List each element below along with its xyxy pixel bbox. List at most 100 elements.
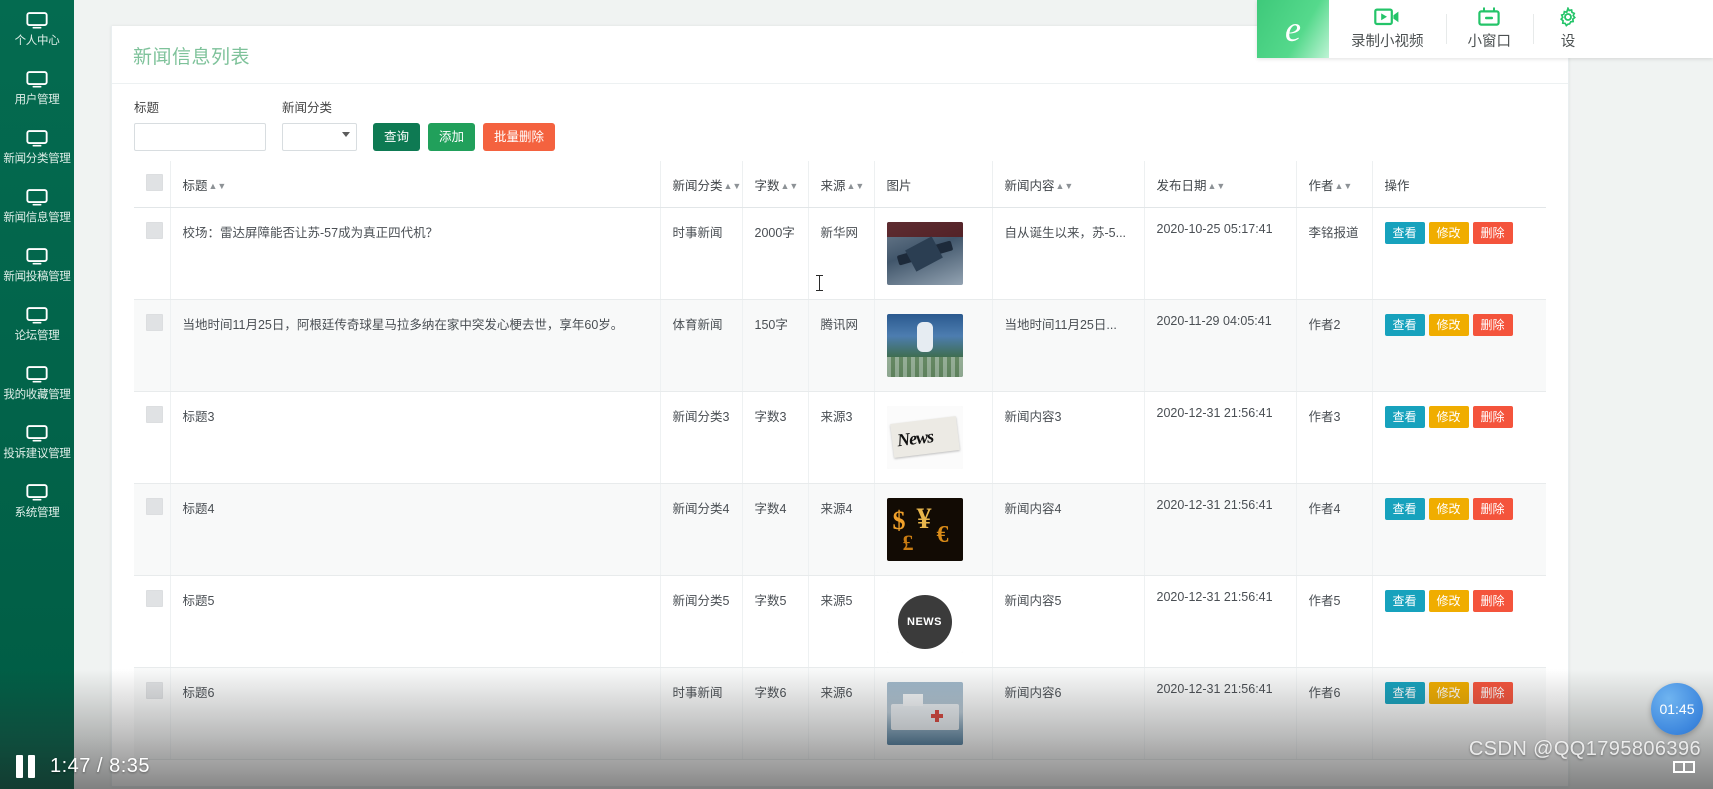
view-button[interactable]: 查看 (1384, 498, 1425, 520)
sidebar-item-6[interactable]: 论坛管理 (0, 295, 74, 354)
currency-symbols-thumbnail[interactable]: $ ¥ € £ (886, 498, 963, 561)
fullscreen-icon[interactable] (1673, 761, 1695, 779)
cell-source: 新华网 (808, 207, 875, 300)
cell-date: 2020-12-31 21:56:41 (1144, 575, 1297, 668)
column-header-4[interactable]: 来源▲▼ (808, 161, 875, 208)
cell-category: 新闻分类5 (660, 575, 743, 668)
column-header-label: 操作 (1384, 178, 1410, 193)
news-globe-thumbnail[interactable]: NEWS (886, 590, 963, 653)
view-button[interactable]: 查看 (1384, 222, 1425, 244)
row-checkbox[interactable] (146, 406, 163, 423)
cell-category: 时事新闻 (660, 207, 743, 300)
column-header-8[interactable]: 作者▲▼ (1296, 161, 1373, 208)
view-button[interactable]: 查看 (1384, 406, 1425, 428)
sort-icon[interactable]: ▲▼ (724, 181, 742, 191)
cell-category: 新闻分类3 (660, 391, 743, 484)
row-checkbox[interactable] (146, 590, 163, 607)
sidebar-item-7[interactable]: 我的收藏管理 (0, 354, 74, 413)
cell-operations: 查看 修改 删除 (1372, 207, 1546, 300)
recorder-item-label: 设 (1560, 34, 1576, 50)
recorder-item-1[interactable]: 录制小视频 (1329, 0, 1446, 58)
edit-button[interactable]: 修改 (1428, 222, 1469, 244)
sidebar-item-9[interactable]: 系统管理 (0, 472, 74, 531)
fighter-jet-thumbnail[interactable] (886, 222, 963, 285)
delete-button[interactable]: 删除 (1472, 498, 1513, 520)
cell-content: 自从诞生以来，苏-5... (992, 207, 1145, 300)
sidebar-item-3[interactable]: 新闻分类管理 (0, 118, 74, 177)
cell-image: NEWS (874, 575, 993, 668)
sidebar-item-label: 新闻分类管理 (3, 152, 71, 165)
newspaper-thumbnail[interactable]: News (886, 406, 963, 469)
cell-operations: 查看 修改 删除 (1372, 575, 1546, 668)
delete-button[interactable]: 删除 (1472, 222, 1513, 244)
column-header-5: 图片 (874, 161, 993, 208)
recorder-item-3[interactable]: 设 (1533, 0, 1603, 58)
recorder-logo: e (1257, 0, 1329, 58)
edit-button[interactable]: 修改 (1428, 682, 1469, 704)
query-button[interactable]: 查询 (373, 123, 421, 151)
cell-date: 2020-11-29 04:05:41 (1144, 299, 1297, 392)
cell-content: 新闻内容4 (992, 483, 1145, 576)
edit-button[interactable]: 修改 (1428, 590, 1469, 612)
column-header-1[interactable]: 标题▲▼ (170, 161, 661, 208)
delete-button[interactable]: 删除 (1472, 406, 1513, 428)
cell-content: 当地时间11月25日... (992, 299, 1145, 392)
sort-icon[interactable]: ▲▼ (209, 181, 227, 191)
sort-icon[interactable]: ▲▼ (1335, 181, 1353, 191)
watermark-text: CSDN @QQ1795806396 (1468, 738, 1701, 760)
search-title-input[interactable] (134, 123, 266, 151)
hospital-ship-thumbnail[interactable] (886, 682, 963, 745)
column-header-2[interactable]: 新闻分类▲▼ (660, 161, 743, 208)
cell-words: 字数4 (742, 483, 809, 576)
sort-icon[interactable]: ▲▼ (1208, 181, 1226, 191)
sidebar-item-2[interactable]: 用户管理 (0, 59, 74, 118)
table-row: 当地时间11月25日，阿根廷传奇球星马拉多纳在家中突发心梗去世，享年60岁。 体育… (134, 299, 1546, 392)
column-header-label: 新闻分类 (672, 178, 723, 193)
row-checkbox[interactable] (146, 498, 163, 515)
row-checkbox[interactable] (146, 682, 163, 699)
cell-words: 字数5 (742, 575, 809, 668)
row-checkbox[interactable] (146, 314, 163, 331)
category-select[interactable] (282, 123, 357, 151)
recorder-toolbar: e 录制小视频 小窗口 设 (1257, 0, 1713, 58)
sidebar-item-5[interactable]: 新闻投稿管理 (0, 236, 74, 295)
edit-button[interactable]: 修改 (1428, 498, 1469, 520)
delete-button[interactable]: 删除 (1472, 590, 1513, 612)
select-all-checkbox[interactable] (146, 174, 163, 191)
cell-author: 作者3 (1296, 391, 1373, 484)
cell-image (874, 299, 993, 392)
sort-icon[interactable]: ▲▼ (847, 181, 865, 191)
category-field-label: 新闻分类 (282, 101, 333, 115)
cell-author: 李铭报道 (1296, 207, 1373, 300)
row-select-cell (134, 575, 171, 668)
sort-icon[interactable]: ▲▼ (1056, 181, 1074, 191)
bulk-delete-button[interactable]: 批量删除 (483, 123, 556, 151)
sort-icon[interactable]: ▲▼ (781, 181, 799, 191)
sidebar-item-8[interactable]: 投诉建议管理 (0, 413, 74, 472)
edit-button[interactable]: 修改 (1428, 406, 1469, 428)
table-row: 校场：雷达屏障能否让苏-57成为真正四代机？ 时事新闻 2000字 新华网 自从诞生以来… (134, 207, 1546, 300)
column-header-7[interactable]: 发布日期▲▼ (1144, 161, 1297, 208)
sidebar-item-label: 投诉建议管理 (3, 447, 71, 460)
row-select-cell (134, 483, 171, 576)
edit-button[interactable]: 修改 (1428, 314, 1469, 336)
add-button[interactable]: 添加 (428, 123, 476, 151)
column-header-3[interactable]: 字数▲▼ (742, 161, 809, 208)
view-button[interactable]: 查看 (1384, 314, 1425, 336)
video-player-controls: 1:47 / 8:35 (0, 743, 1713, 789)
stadium-crowd-thumbnail[interactable] (886, 314, 963, 377)
row-checkbox[interactable] (146, 222, 163, 239)
sidebar-item-4[interactable]: 新闻信息管理 (0, 177, 74, 236)
view-button[interactable]: 查看 (1384, 682, 1425, 704)
column-header-6[interactable]: 新闻内容▲▼ (992, 161, 1145, 208)
cell-content: 新闻内容5 (992, 575, 1145, 668)
recorder-item-2[interactable]: 小窗口 (1445, 0, 1534, 58)
view-button[interactable]: 查看 (1384, 590, 1425, 612)
sidebar-item-1[interactable]: 个人中心 (0, 0, 74, 59)
pause-icon[interactable] (16, 754, 35, 778)
cell-image (874, 207, 993, 300)
category-select-box[interactable] (282, 123, 357, 151)
delete-button[interactable]: 删除 (1472, 314, 1513, 336)
delete-button[interactable]: 删除 (1472, 682, 1513, 704)
table-wrapper: 标题▲▼ 新闻分类▲▼ 字数▲▼ 来源▲▼ 图片 新闻内容▲▼ 发布日期▲▼ 作者▲▼ 操作 校… (112, 161, 1568, 760)
